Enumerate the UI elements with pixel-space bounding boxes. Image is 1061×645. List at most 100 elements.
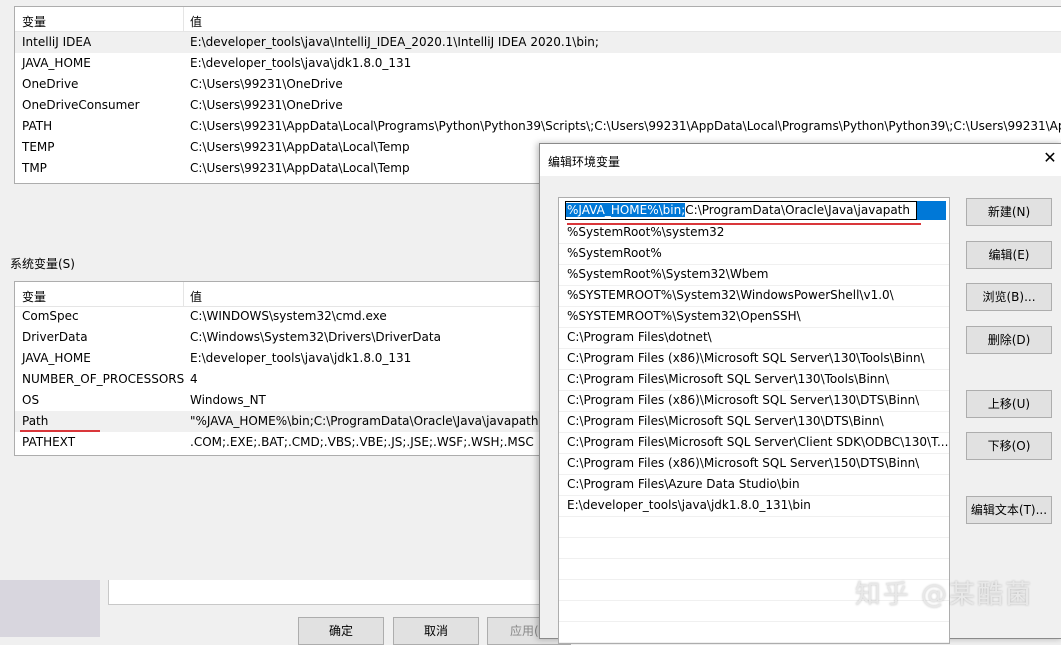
selected-text: %JAVA_HOME%\bin; (566, 203, 686, 217)
table-row[interactable]: JAVA_HOME E:\developer_tools\java\jdk1.8.… (15, 348, 545, 369)
path-entry[interactable]: %SystemRoot%\system32 (559, 222, 949, 244)
watermark: 知乎 @某酷菌 (854, 580, 1033, 610)
desktop-background (0, 580, 100, 637)
variable-name: PATHEXT (22, 435, 76, 449)
table-row[interactable]: Path "%JAVA_HOME%\bin;C:\ProgramData\Orac… (15, 411, 545, 432)
variable-value: E:\developer_tools\java\jdk1.8.0_131 (190, 56, 412, 70)
path-entry[interactable]: C:\Program Files\Microsoft SQL Server\13… (559, 411, 949, 433)
variable-value: Windows_NT (190, 393, 266, 407)
empty-path-row[interactable] (559, 537, 949, 559)
path-entry[interactable]: %SystemRoot%\System32\Wbem (559, 264, 949, 286)
system-variables-label: 系统变量(S) (10, 257, 75, 271)
table-row[interactable]: PATH C:\Users\99231\AppData\Local\Program… (15, 116, 1061, 137)
edit-environment-variable-dialog: 编辑环境变量 ✕ %JAVA_HOME%\bin;C:\ProgramData\… (539, 143, 1061, 644)
path-entry-input[interactable]: %JAVA_HOME%\bin;C:\ProgramData\Oracle\Ja… (565, 201, 917, 220)
browse-button[interactable]: 浏览(B)... (966, 283, 1052, 311)
path-entry-editing[interactable]: %JAVA_HOME%\bin;C:\ProgramData\Oracle\Ja… (565, 201, 946, 220)
variable-name: Path (22, 414, 49, 428)
path-entry[interactable]: %SYSTEMROOT%\System32\WindowsPowerShell\… (559, 285, 949, 307)
column-header-name[interactable]: 变量 (22, 13, 46, 30)
variable-value: C:\Users\99231\AppData\Local\Programs\Py… (190, 119, 1061, 133)
variable-name: ComSpec (22, 309, 79, 323)
variable-value: .COM;.EXE;.BAT;.CMD;.VBS;.VBE;.JS;.JSE;.… (190, 435, 534, 449)
table-row[interactable]: JAVA_HOME E:\developer_tools\java\jdk1.8.… (15, 53, 1061, 74)
move-up-button[interactable]: 上移(U) (966, 390, 1052, 418)
path-entry-text: C:\Program Files\Microsoft SQL Server\13… (567, 372, 890, 386)
cancel-button[interactable]: 取消 (393, 617, 479, 645)
variable-value: C:\Users\99231\OneDrive (190, 98, 343, 112)
variable-name: NUMBER_OF_PROCESSORS (22, 372, 185, 386)
path-entry-text: C:\Program Files (x86)\Microsoft SQL Ser… (567, 351, 925, 365)
path-annotation-underline (20, 430, 100, 432)
path-entry-text: C:\Program Files (x86)\Microsoft SQL Ser… (567, 456, 920, 470)
sys-vars-header: 变量 值 (15, 282, 545, 307)
path-entry[interactable]: C:\Program Files (x86)\Microsoft SQL Ser… (559, 348, 949, 370)
variable-value: C:\Users\99231\OneDrive (190, 77, 343, 91)
table-row[interactable]: PATHEXT .COM;.EXE;.BAT;.CMD;.VBS;.VBE;.JS… (15, 432, 545, 453)
ok-button[interactable]: 确定 (298, 617, 384, 645)
variable-value: C:\WINDOWS\system32\cmd.exe (190, 309, 387, 323)
variable-name: TEMP (22, 140, 55, 154)
dialog-titlebar[interactable]: 编辑环境变量 ✕ (540, 144, 1061, 176)
table-row[interactable]: DriverData C:\Windows\System32\Drivers\Dr… (15, 327, 545, 348)
path-entry[interactable]: C:\Program Files\Azure Data Studio\bin (559, 474, 949, 496)
move-down-button[interactable]: 下移(O) (966, 432, 1052, 460)
empty-path-row[interactable] (559, 516, 949, 538)
path-entry-text: E:\developer_tools\java\jdk1.8.0_131\bin (567, 498, 811, 512)
new-button[interactable]: 新建(N) (966, 198, 1052, 226)
path-entry-text: C:\Program Files (x86)\Microsoft SQL Ser… (567, 393, 920, 407)
variable-value: "%JAVA_HOME%\bin;C:\ProgramData\Oracle\J… (190, 414, 545, 428)
column-header-name[interactable]: 变量 (22, 288, 46, 305)
path-entry[interactable]: C:\Program Files (x86)\Microsoft SQL Ser… (559, 453, 949, 475)
variable-name: DriverData (22, 330, 88, 344)
panel-bottom-edge (108, 580, 540, 605)
path-entry-text: C:\Program Files\Azure Data Studio\bin (567, 477, 800, 491)
table-row[interactable]: NUMBER_OF_PROCESSORS 4 (15, 369, 545, 390)
table-row[interactable]: ComSpec C:\WINDOWS\system32\cmd.exe (15, 306, 545, 327)
path-entry-text: C:\Program Files\Microsoft SQL Server\13… (567, 414, 884, 428)
variable-name: OneDriveConsumer (22, 98, 140, 112)
path-entry-text: C:\Program Files\dotnet\ (567, 330, 712, 344)
variable-name: OS (22, 393, 40, 407)
variable-name: JAVA_HOME (22, 351, 91, 365)
path-entry[interactable]: C:\Program Files\dotnet\ (559, 327, 949, 349)
path-entry-text: C:\Program Files\Microsoft SQL Server\Cl… (567, 435, 949, 449)
variable-value: C:\Users\99231\AppData\Local\Temp (190, 140, 410, 154)
path-entry[interactable]: %SystemRoot% (559, 243, 949, 265)
path-entry[interactable]: C:\Program Files\Microsoft SQL Server\13… (559, 369, 949, 391)
variable-value: C:\Users\99231\AppData\Local\Temp (190, 161, 410, 175)
table-row[interactable]: OS Windows_NT (15, 390, 545, 411)
variable-name: JAVA_HOME (22, 56, 91, 70)
table-row[interactable]: OneDrive C:\Users\99231\OneDrive (15, 74, 1061, 95)
path-entry-text: %SystemRoot%\System32\Wbem (567, 267, 769, 281)
delete-button[interactable]: 删除(D) (966, 326, 1052, 354)
table-row[interactable]: OneDriveConsumer C:\Users\99231\OneDrive (15, 95, 1061, 116)
path-entry-text: %SYSTEMROOT%\System32\OpenSSH\ (567, 309, 801, 323)
variable-name: IntelliJ IDEA (22, 35, 92, 49)
dialog-title: 编辑环境变量 (548, 155, 621, 169)
column-header-value[interactable]: 值 (190, 288, 202, 305)
path-entry-text: %SYSTEMROOT%\System32\WindowsPowerShell\… (567, 288, 894, 302)
variable-name: OneDrive (22, 77, 79, 91)
user-vars-header: 变量 值 (15, 7, 1061, 32)
edit-text-button[interactable]: 编辑文本(T)... (966, 496, 1052, 524)
variable-value: C:\Windows\System32\Drivers\DriverData (190, 330, 441, 344)
edit-button[interactable]: 编辑(E) (966, 241, 1052, 269)
unselected-text: C:\ProgramData\Oracle\Java\javapath (685, 203, 910, 217)
path-entry[interactable]: E:\developer_tools\java\jdk1.8.0_131\bin (559, 495, 949, 517)
column-header-value[interactable]: 值 (190, 13, 202, 30)
variable-name: PATH (22, 119, 53, 133)
empty-path-row[interactable] (559, 621, 949, 643)
path-entry-text: %SystemRoot% (567, 246, 662, 260)
path-entry[interactable]: C:\Program Files (x86)\Microsoft SQL Ser… (559, 390, 949, 412)
variable-value: E:\developer_tools\java\IntelliJ_IDEA_20… (190, 35, 599, 49)
variable-value: 4 (190, 372, 198, 386)
path-entry[interactable]: C:\Program Files\Microsoft SQL Server\Cl… (559, 432, 949, 454)
variable-value: E:\developer_tools\java\jdk1.8.0_131 (190, 351, 412, 365)
path-entry-text: %SystemRoot%\system32 (567, 225, 725, 239)
path-entry[interactable]: %SYSTEMROOT%\System32\OpenSSH\ (559, 306, 949, 328)
system-variables-list[interactable]: 变量 值 ComSpec C:\WINDOWS\system32\cmd.exe D… (14, 281, 546, 456)
close-icon[interactable]: ✕ (1042, 150, 1058, 166)
table-row[interactable]: IntelliJ IDEA E:\developer_tools\java\Int… (15, 32, 1061, 53)
variable-name: TMP (22, 161, 47, 175)
